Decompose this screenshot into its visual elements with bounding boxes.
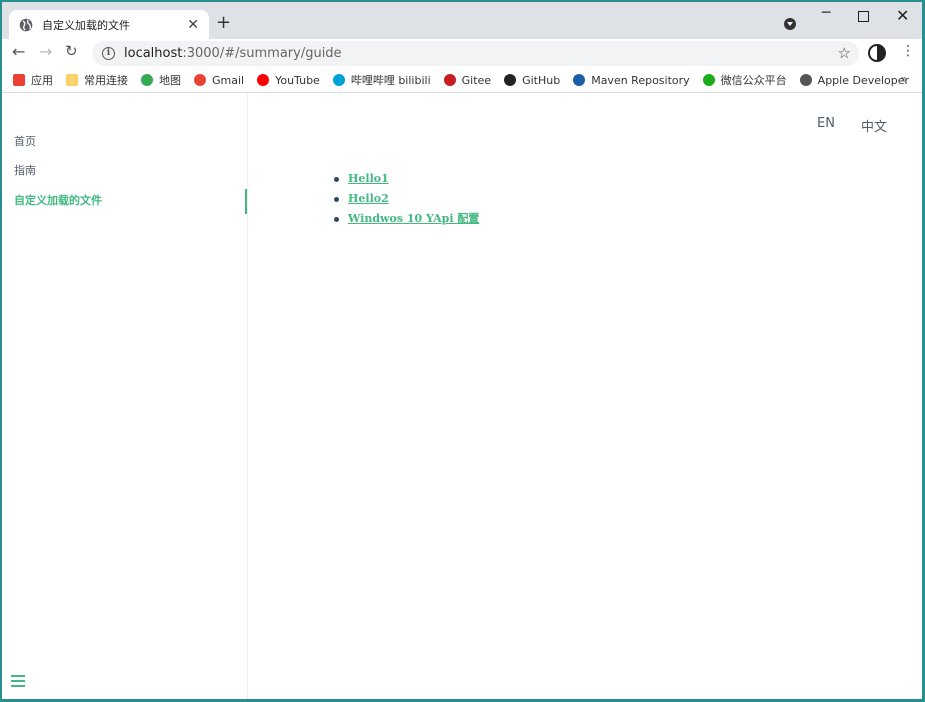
back-arrow-icon[interactable]: ← (12, 44, 25, 60)
bookmark-item[interactable]: Gmail (194, 74, 244, 87)
content-link[interactable]: Hello2 (348, 191, 389, 207)
list-item: Hello1 (334, 169, 479, 189)
gitee-icon (443, 74, 456, 86)
lang-link-zh[interactable]: 中文 (861, 116, 887, 135)
bookmark-item[interactable]: 常用连接 (66, 72, 128, 88)
bookmark-label: Apple Developer (817, 73, 910, 87)
site-info-icon[interactable]: i (102, 47, 115, 60)
content-link[interactable]: Hello1 (348, 171, 389, 187)
bookmark-label: Maven Repository (591, 73, 690, 87)
bookmark-item[interactable]: YouTube (257, 74, 320, 87)
link-list: Hello1 Hello2 Windwos 10 YApi 配置 (334, 169, 479, 229)
bookmark-label: Gitee (461, 73, 492, 87)
bookmark-star-icon[interactable]: ☆ (838, 44, 851, 62)
bookmark-label: 应用 (31, 74, 53, 87)
bookmark-item[interactable]: Maven Repository (573, 73, 690, 87)
sidebar-item[interactable]: 自定义加载的文件 (2, 189, 247, 214)
url-host: localhost (124, 46, 183, 61)
youtube-icon (257, 74, 270, 86)
bookmark-item[interactable]: 应用 (13, 72, 53, 88)
bullet-icon (334, 176, 339, 182)
menu-kebab-icon[interactable]: ⋮ (901, 44, 915, 58)
tab-title: 自定义加载的文件 (42, 18, 130, 32)
bookmark-label: 微信公众平台 (720, 74, 787, 87)
browser-window: 自定义加载的文件 ✕ + ─ ✕ ← → ↻ i localhost:3000/… (2, 2, 922, 699)
reload-icon[interactable]: ↻ (65, 44, 78, 59)
sidebar-nav: 首页 指南 自定义加载的文件 (2, 94, 247, 214)
github-icon (504, 74, 517, 86)
apple-icon (799, 74, 812, 86)
list-item: Hello2 (334, 189, 479, 209)
bookmark-label: 常用连接 (84, 74, 128, 87)
bookmark-label: GitHub (522, 73, 561, 87)
maximize-icon[interactable] (858, 11, 869, 22)
maps-pin-icon (141, 74, 153, 86)
bookmarks-bar: 应用 常用连接 地图 Gmail YouTube 哔哩哔哩 bilibili Gitee Gi… (2, 68, 922, 93)
bookmark-item[interactable]: GitHub (504, 74, 560, 87)
minimize-icon[interactable]: ─ (822, 5, 830, 21)
content-link[interactable]: Windwos 10 YApi 配置 (348, 211, 479, 227)
apps-grid-icon (13, 74, 25, 86)
tab-strip: 自定义加载的文件 ✕ + ─ ✕ (2, 2, 922, 39)
globe-icon (19, 18, 33, 31)
bookmark-label: 哔哩哔哩 bilibili (350, 74, 431, 87)
dark-mode-extension-icon[interactable] (868, 44, 886, 62)
bookmark-label: Gmail (212, 73, 245, 87)
bookmark-label: 地图 (159, 74, 181, 87)
bookmark-item[interactable]: 微信公众平台 (702, 72, 787, 88)
bilibili-icon (332, 74, 345, 86)
bookmark-item[interactable]: Apple Developer (799, 73, 910, 87)
bookmark-item[interactable]: 地图 (141, 72, 181, 88)
url-text[interactable]: localhost:3000/#/summary/guide (124, 46, 342, 61)
main-content: Hello1 Hello2 Windwos 10 YApi 配置 (334, 169, 479, 229)
folder-icon (66, 74, 78, 86)
bullet-icon (334, 216, 339, 222)
bookmark-item[interactable]: Gitee (443, 73, 492, 87)
address-bar[interactable]: i localhost:3000/#/summary/guide ☆ (92, 41, 859, 66)
docsify-page: 首页 指南 自定义加载的文件 EN 中文 Hello1 Hello2 Windwos 1… (2, 94, 922, 699)
bullet-icon (334, 196, 339, 202)
tab-close-icon[interactable]: ✕ (187, 18, 199, 32)
bookmark-item[interactable]: 哔哩哔哩 bilibili (332, 72, 431, 88)
tab-search-icon[interactable] (784, 18, 796, 30)
sidebar-item[interactable]: 首页 (2, 135, 247, 164)
list-item: Windwos 10 YApi 配置 (334, 209, 479, 229)
sidebar: 首页 指南 自定义加载的文件 (2, 94, 248, 699)
bookmarks-overflow-icon[interactable]: » (901, 72, 908, 86)
browser-toolbar: ← → ↻ i localhost:3000/#/summary/guide ☆… (2, 39, 922, 68)
new-tab-button[interactable]: + (216, 14, 231, 32)
tab-active[interactable]: 自定义加载的文件 ✕ (9, 10, 209, 39)
gmail-icon (194, 74, 206, 86)
maven-icon (573, 74, 586, 86)
window-close-icon[interactable]: ✕ (896, 6, 909, 25)
bookmark-label: YouTube (275, 73, 320, 87)
url-path: :3000/#/summary/guide (182, 46, 342, 61)
forward-arrow-icon[interactable]: → (39, 44, 52, 60)
lang-link-en[interactable]: EN (817, 116, 835, 131)
wechat-icon (702, 74, 715, 86)
sidebar-toggle-icon[interactable] (11, 675, 25, 690)
